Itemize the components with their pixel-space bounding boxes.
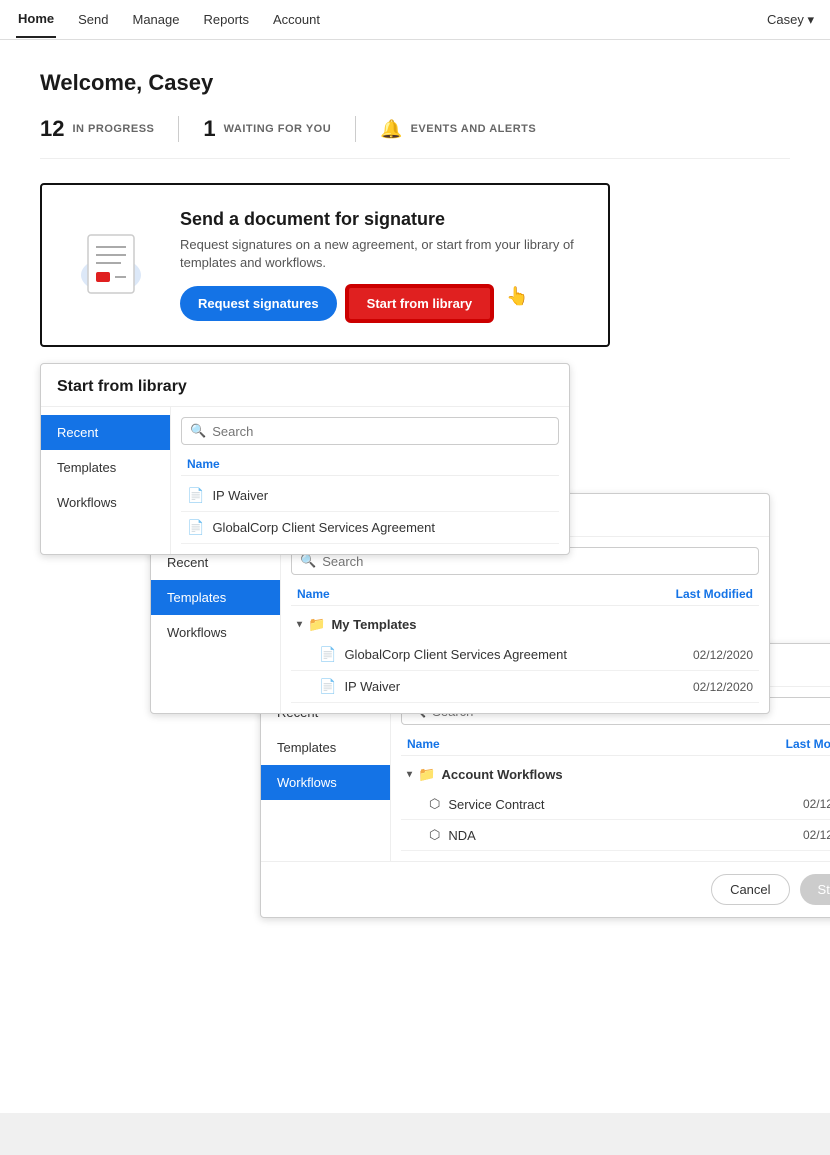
send-card-title: Send a document for signature	[180, 209, 584, 230]
stat-in-progress-label: IN PROGRESS	[72, 123, 154, 135]
sidebar-templates[interactable]: Templates	[41, 450, 170, 485]
start-from-library-button[interactable]: Start from library	[347, 286, 492, 321]
sidebar-workflows-3[interactable]: Workflows	[261, 765, 390, 800]
search-icon: 🔍	[300, 553, 316, 569]
cursor-icon: 👆	[506, 286, 528, 321]
row-name: IP Waiver	[344, 679, 400, 694]
bell-icon: 🔔	[380, 119, 402, 140]
workflows-table-header: Name Last Modified	[401, 733, 830, 756]
panel-recent-main: 🔍 Name 📄 IP Waiver 📄 GlobalCorp Client S…	[171, 407, 569, 554]
modified-col-header: Last Modified	[676, 587, 753, 601]
workflow-icon: ⬡	[429, 796, 440, 812]
row-name: GlobalCorp Client Services Agreement	[344, 647, 567, 662]
send-card-content: Send a document for signature Request si…	[180, 209, 584, 321]
panel-templates-main: 🔍 Name Last Modified ▾ 📁 My Templates 📄	[281, 537, 769, 713]
doc-icon: 📄	[187, 487, 204, 504]
sidebar-templates-2[interactable]: Templates	[151, 580, 280, 615]
row-date: 02/12/2020	[693, 680, 753, 694]
send-card-buttons: Request signatures Start from library 👆	[180, 286, 584, 321]
send-card: Send a document for signature Request si…	[42, 185, 608, 345]
stat-waiting-number: 1	[203, 116, 215, 142]
main-content: Welcome, Casey 12 IN PROGRESS 1 WAITING …	[0, 40, 830, 1113]
folder-row[interactable]: ▾ 📁 Account Workflows	[401, 760, 830, 789]
collapse-arrow-icon: ▾	[407, 769, 412, 780]
folder-icon: 📁	[418, 766, 435, 783]
row-date: 02/12/2020	[693, 648, 753, 662]
doc-icon: 📄	[187, 519, 204, 536]
row-name: IP Waiver	[212, 488, 268, 503]
table-row[interactable]: 📄 GlobalCorp Client Services Agreement 0…	[291, 639, 759, 671]
row-date: 02/12/2020	[803, 797, 830, 811]
search-input-2[interactable]	[322, 554, 750, 569]
search-input[interactable]	[212, 424, 550, 439]
table-row[interactable]: ⬡ Service Contract 02/12/2020	[401, 789, 830, 820]
workflow-icon: ⬡	[429, 827, 440, 843]
row-name: Service Contract	[448, 797, 544, 812]
collapse-arrow-icon: ▾	[297, 619, 302, 630]
panel-templates-sidebar: Recent Templates Workflows	[151, 537, 281, 713]
sidebar-workflows[interactable]: Workflows	[41, 485, 170, 520]
panels-wrapper: Start from library Recent Templates Work…	[40, 363, 790, 1063]
panel-templates-body: Recent Templates Workflows 🔍 Name Last M…	[151, 537, 769, 713]
stat-in-progress-number: 12	[40, 116, 64, 142]
table-row[interactable]: 📄 IP Waiver 02/12/2020	[291, 671, 759, 703]
table-row[interactable]: 📄 IP Waiver	[181, 480, 559, 512]
row-name: NDA	[448, 828, 475, 843]
start-button[interactable]: Start	[800, 874, 830, 905]
nav-home[interactable]: Home	[16, 1, 56, 38]
stat-waiting-label: WAITING FOR YOU	[224, 123, 332, 135]
name-col-header: Name	[407, 737, 440, 751]
sidebar-workflows-2[interactable]: Workflows	[151, 615, 280, 650]
panel-recent-sidebar: Recent Templates Workflows	[41, 407, 171, 554]
top-nav: Home Send Manage Reports Account Casey ▾	[0, 0, 830, 40]
row-name: GlobalCorp Client Services Agreement	[212, 520, 435, 535]
sidebar-templates-3[interactable]: Templates	[261, 730, 390, 765]
name-col-header: Name	[297, 587, 330, 601]
stat-in-progress[interactable]: 12 IN PROGRESS	[40, 116, 179, 142]
request-signatures-button[interactable]: Request signatures	[180, 286, 337, 321]
nav-manage[interactable]: Manage	[131, 2, 182, 37]
modified-col-header: Last Modified	[786, 737, 830, 751]
table-row[interactable]: 📄 GlobalCorp Client Services Agreement	[181, 512, 559, 544]
stats-row: 12 IN PROGRESS 1 WAITING FOR YOU 🔔 EVENT…	[40, 116, 790, 159]
send-card-desc: Request signatures on a new agreement, o…	[180, 236, 584, 272]
folder-row[interactable]: ▾ 📁 My Templates	[291, 610, 759, 639]
stat-events[interactable]: 🔔 EVENTS AND ALERTS	[380, 119, 560, 140]
name-col-header: Name	[187, 457, 220, 471]
folder-name: Account Workflows	[441, 767, 562, 782]
panel-recent-search[interactable]: 🔍	[181, 417, 559, 445]
nav-reports[interactable]: Reports	[201, 2, 251, 37]
search-icon: 🔍	[190, 423, 206, 439]
nav-send[interactable]: Send	[76, 2, 110, 37]
welcome-title: Welcome, Casey	[40, 70, 790, 96]
stat-waiting[interactable]: 1 WAITING FOR YOU	[203, 116, 356, 142]
table-row[interactable]: ⬡ NDA 02/12/2020	[401, 820, 830, 851]
folder-name: My Templates	[331, 617, 416, 632]
row-date: 02/12/2020	[803, 828, 830, 842]
stat-events-label: EVENTS AND ALERTS	[411, 123, 537, 135]
panel-footer: Cancel Start	[261, 861, 830, 917]
send-illustration	[66, 220, 156, 310]
panel-recent-body: Recent Templates Workflows 🔍 Name 📄 IP W…	[41, 407, 569, 554]
recent-table-header: Name	[181, 453, 559, 476]
cancel-button[interactable]: Cancel	[711, 874, 789, 905]
panel-recent: Start from library Recent Templates Work…	[40, 363, 570, 555]
panel-recent-title: Start from library	[41, 364, 569, 407]
user-menu[interactable]: Casey ▾	[767, 12, 814, 28]
doc-icon: 📄	[319, 678, 336, 695]
nav-links: Home Send Manage Reports Account	[16, 1, 322, 38]
folder-icon: 📁	[308, 616, 325, 633]
templates-table-header: Name Last Modified	[291, 583, 759, 606]
sidebar-recent[interactable]: Recent	[41, 415, 170, 450]
nav-account[interactable]: Account	[271, 2, 322, 37]
doc-icon: 📄	[319, 646, 336, 663]
